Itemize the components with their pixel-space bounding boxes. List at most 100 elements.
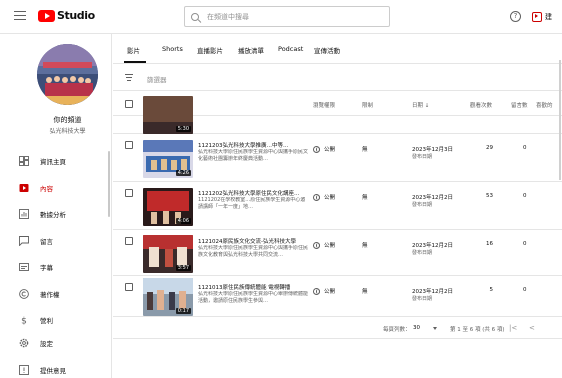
visibility-cell[interactable]: 公開 xyxy=(313,241,335,249)
sidebar: 你的頻道 弘光科技大學 資訊主頁 內容 數據分析 留言 字幕 著作權 $ 營利 xyxy=(0,34,112,378)
sidebar-item-label: 字幕 xyxy=(40,264,53,273)
video-thumbnail[interactable]: 4:26 xyxy=(143,140,193,178)
visibility-cell[interactable]: 公開 xyxy=(313,287,335,295)
table-row[interactable]: 0:17 1121013原住民族傳統體能 電視轉播 弘光科技大學原住民族學生資源… xyxy=(113,277,562,317)
tab-promotions[interactable]: 宣傳活動 xyxy=(314,45,340,55)
sidebar-item-settings[interactable]: 設定 xyxy=(0,330,112,357)
video-title[interactable]: 1121013原住民族傳統體能 電視轉播 xyxy=(198,283,308,291)
video-description: 弘光科技大學原住民族學生資源中心舉辦傳統體能活動，邀請原住民族學生參與… xyxy=(198,291,308,304)
sidebar-item-analytics[interactable]: 數據分析 xyxy=(0,201,112,228)
sidebar-item-label: 數據分析 xyxy=(40,211,66,220)
visibility-label: 公開 xyxy=(324,289,336,295)
row-checkbox[interactable] xyxy=(125,189,133,197)
filter-input[interactable]: 篩選器 xyxy=(147,74,167,84)
video-thumbnail[interactable]: 4:06 xyxy=(143,188,193,226)
sidebar-item-label: 內容 xyxy=(40,184,53,193)
column-date[interactable]: 日期 ↓ xyxy=(412,101,429,109)
search-input[interactable]: 在頻道中搜尋 xyxy=(184,6,390,27)
column-visibility[interactable]: 瀏覽權限 xyxy=(313,101,335,109)
visibility-cell[interactable]: 公開 xyxy=(313,145,335,153)
rows-per-page-select[interactable]: 30 xyxy=(413,325,420,331)
first-page-button[interactable]: |< xyxy=(509,324,517,332)
video-thumbnail[interactable]: 5:30 xyxy=(143,96,193,134)
channel-avatar[interactable] xyxy=(37,44,98,105)
sidebar-item-label: 營利 xyxy=(40,317,53,326)
sidebar-item-label: 資訊主頁 xyxy=(40,158,66,167)
menu-icon[interactable] xyxy=(14,11,26,21)
sidebar-nav: 資訊主頁 內容 數據分析 留言 字幕 著作權 $ 營利 xyxy=(0,148,112,334)
sidebar-item-feedback[interactable]: 提供意見 xyxy=(0,357,112,378)
subtitles-icon xyxy=(19,263,29,272)
video-thumbnail[interactable]: 3:57 xyxy=(143,235,193,273)
globe-icon xyxy=(313,241,320,249)
sidebar-item-comments[interactable]: 留言 xyxy=(0,228,112,255)
sidebar-item-label: 提供意見 xyxy=(40,366,66,375)
date-value: 2023年12月2日 xyxy=(412,243,453,249)
sidebar-item-dashboard[interactable]: 資訊主頁 xyxy=(0,148,112,175)
help-icon[interactable]: ? xyxy=(510,11,521,22)
settings-icon xyxy=(19,338,29,348)
globe-icon xyxy=(313,193,320,201)
column-comments[interactable]: 留言數 xyxy=(511,101,528,109)
create-label: 建 xyxy=(545,13,552,21)
column-restrictions[interactable]: 限制 xyxy=(362,101,373,109)
studio-logo[interactable]: Studio xyxy=(38,9,95,22)
restrictions-value: 無 xyxy=(362,243,368,249)
table-row[interactable]: 4:06 1121202弘光科技大學原住民文化講座… 1121202在學校教室…… xyxy=(113,183,562,230)
row-checkbox[interactable] xyxy=(125,283,133,291)
chevron-down-icon[interactable] xyxy=(433,327,437,330)
column-views[interactable]: 觀看次數 xyxy=(470,101,492,109)
logo-text: Studio xyxy=(57,9,95,22)
views-value: 29 xyxy=(486,145,493,151)
visibility-label: 公開 xyxy=(324,195,336,201)
date-value: 2023年12月2日 xyxy=(412,289,453,295)
sidebar-item-subtitles[interactable]: 字幕 xyxy=(0,254,112,281)
date-status: 發布日期 xyxy=(412,154,433,160)
search-icon xyxy=(191,12,199,21)
restrictions-value: 無 xyxy=(362,195,368,201)
restrictions-value: 無 xyxy=(362,289,368,295)
video-description: 1121202在學校教室…原住民族學生資源中心邀請講師「一年一度」地… xyxy=(198,197,306,210)
table-row[interactable]: 4:26 1121203弘光科技大學推廣…中等… 弘光科技大學原住民族學生資源中… xyxy=(113,135,562,182)
tab-podcasts[interactable]: Podcast xyxy=(278,45,303,53)
copyright-icon xyxy=(19,288,29,299)
comments-value: 0 xyxy=(523,241,527,247)
filter-icon[interactable] xyxy=(125,74,133,81)
content-tabs: 影片 Shorts 直播影片 播放清單 Podcast 宣傳活動 xyxy=(113,34,562,64)
create-video-icon xyxy=(532,12,542,22)
row-checkbox[interactable] xyxy=(125,141,133,149)
column-likes[interactable]: 喜歡的 xyxy=(536,101,553,109)
row-checkbox[interactable] xyxy=(125,237,133,245)
select-all-checkbox[interactable] xyxy=(125,100,133,108)
tab-videos[interactable]: 影片 xyxy=(127,45,140,55)
video-duration: 5:30 xyxy=(175,126,191,132)
video-title[interactable]: 1121203弘光科技大學推廣…中等… xyxy=(198,141,308,149)
sidebar-item-content[interactable]: 內容 xyxy=(0,175,112,202)
views-value: 5 xyxy=(489,287,494,293)
pagination-bar: 每頁列數： 30 第 1 至 6 項 (共 6 項) |< < xyxy=(113,317,562,339)
filter-bar[interactable]: 篩選器 xyxy=(113,65,562,91)
tab-playlists[interactable]: 播放清單 xyxy=(238,45,264,55)
svg-text:$: $ xyxy=(21,317,27,326)
create-button[interactable]: 建 xyxy=(532,9,552,25)
table-row[interactable]: 3:57 1121024原民族文化交流-弘光科技大學 弘光科技大學原住民族學生資… xyxy=(113,231,562,276)
table-row[interactable]: 5:30 xyxy=(113,96,562,134)
visibility-label: 公開 xyxy=(324,243,336,249)
active-tab-indicator xyxy=(124,61,146,63)
dashboard-icon xyxy=(19,156,29,167)
video-duration: 4:26 xyxy=(175,170,191,176)
tab-live[interactable]: 直播影片 xyxy=(197,45,223,55)
top-bar: Studio 在頻道中搜尋 ? 建 xyxy=(0,0,562,34)
tab-shorts[interactable]: Shorts xyxy=(162,45,183,53)
video-title[interactable]: 1121202弘光科技大學原住民文化講座… xyxy=(198,189,308,197)
sidebar-scrollbar[interactable] xyxy=(108,151,110,217)
video-title[interactable]: 1121024原民族文化交流-弘光科技大學 xyxy=(198,237,308,245)
content-scrollbar[interactable] xyxy=(559,60,561,180)
sidebar-item-copyright[interactable]: 著作權 xyxy=(0,281,112,308)
visibility-cell[interactable]: 公開 xyxy=(313,193,335,201)
previous-page-button[interactable]: < xyxy=(529,324,535,332)
search-placeholder: 在頻道中搜尋 xyxy=(207,12,249,21)
restrictions-value: 無 xyxy=(362,147,368,153)
rows-per-page-label: 每頁列數： xyxy=(383,327,411,333)
video-thumbnail[interactable]: 0:17 xyxy=(143,278,193,316)
